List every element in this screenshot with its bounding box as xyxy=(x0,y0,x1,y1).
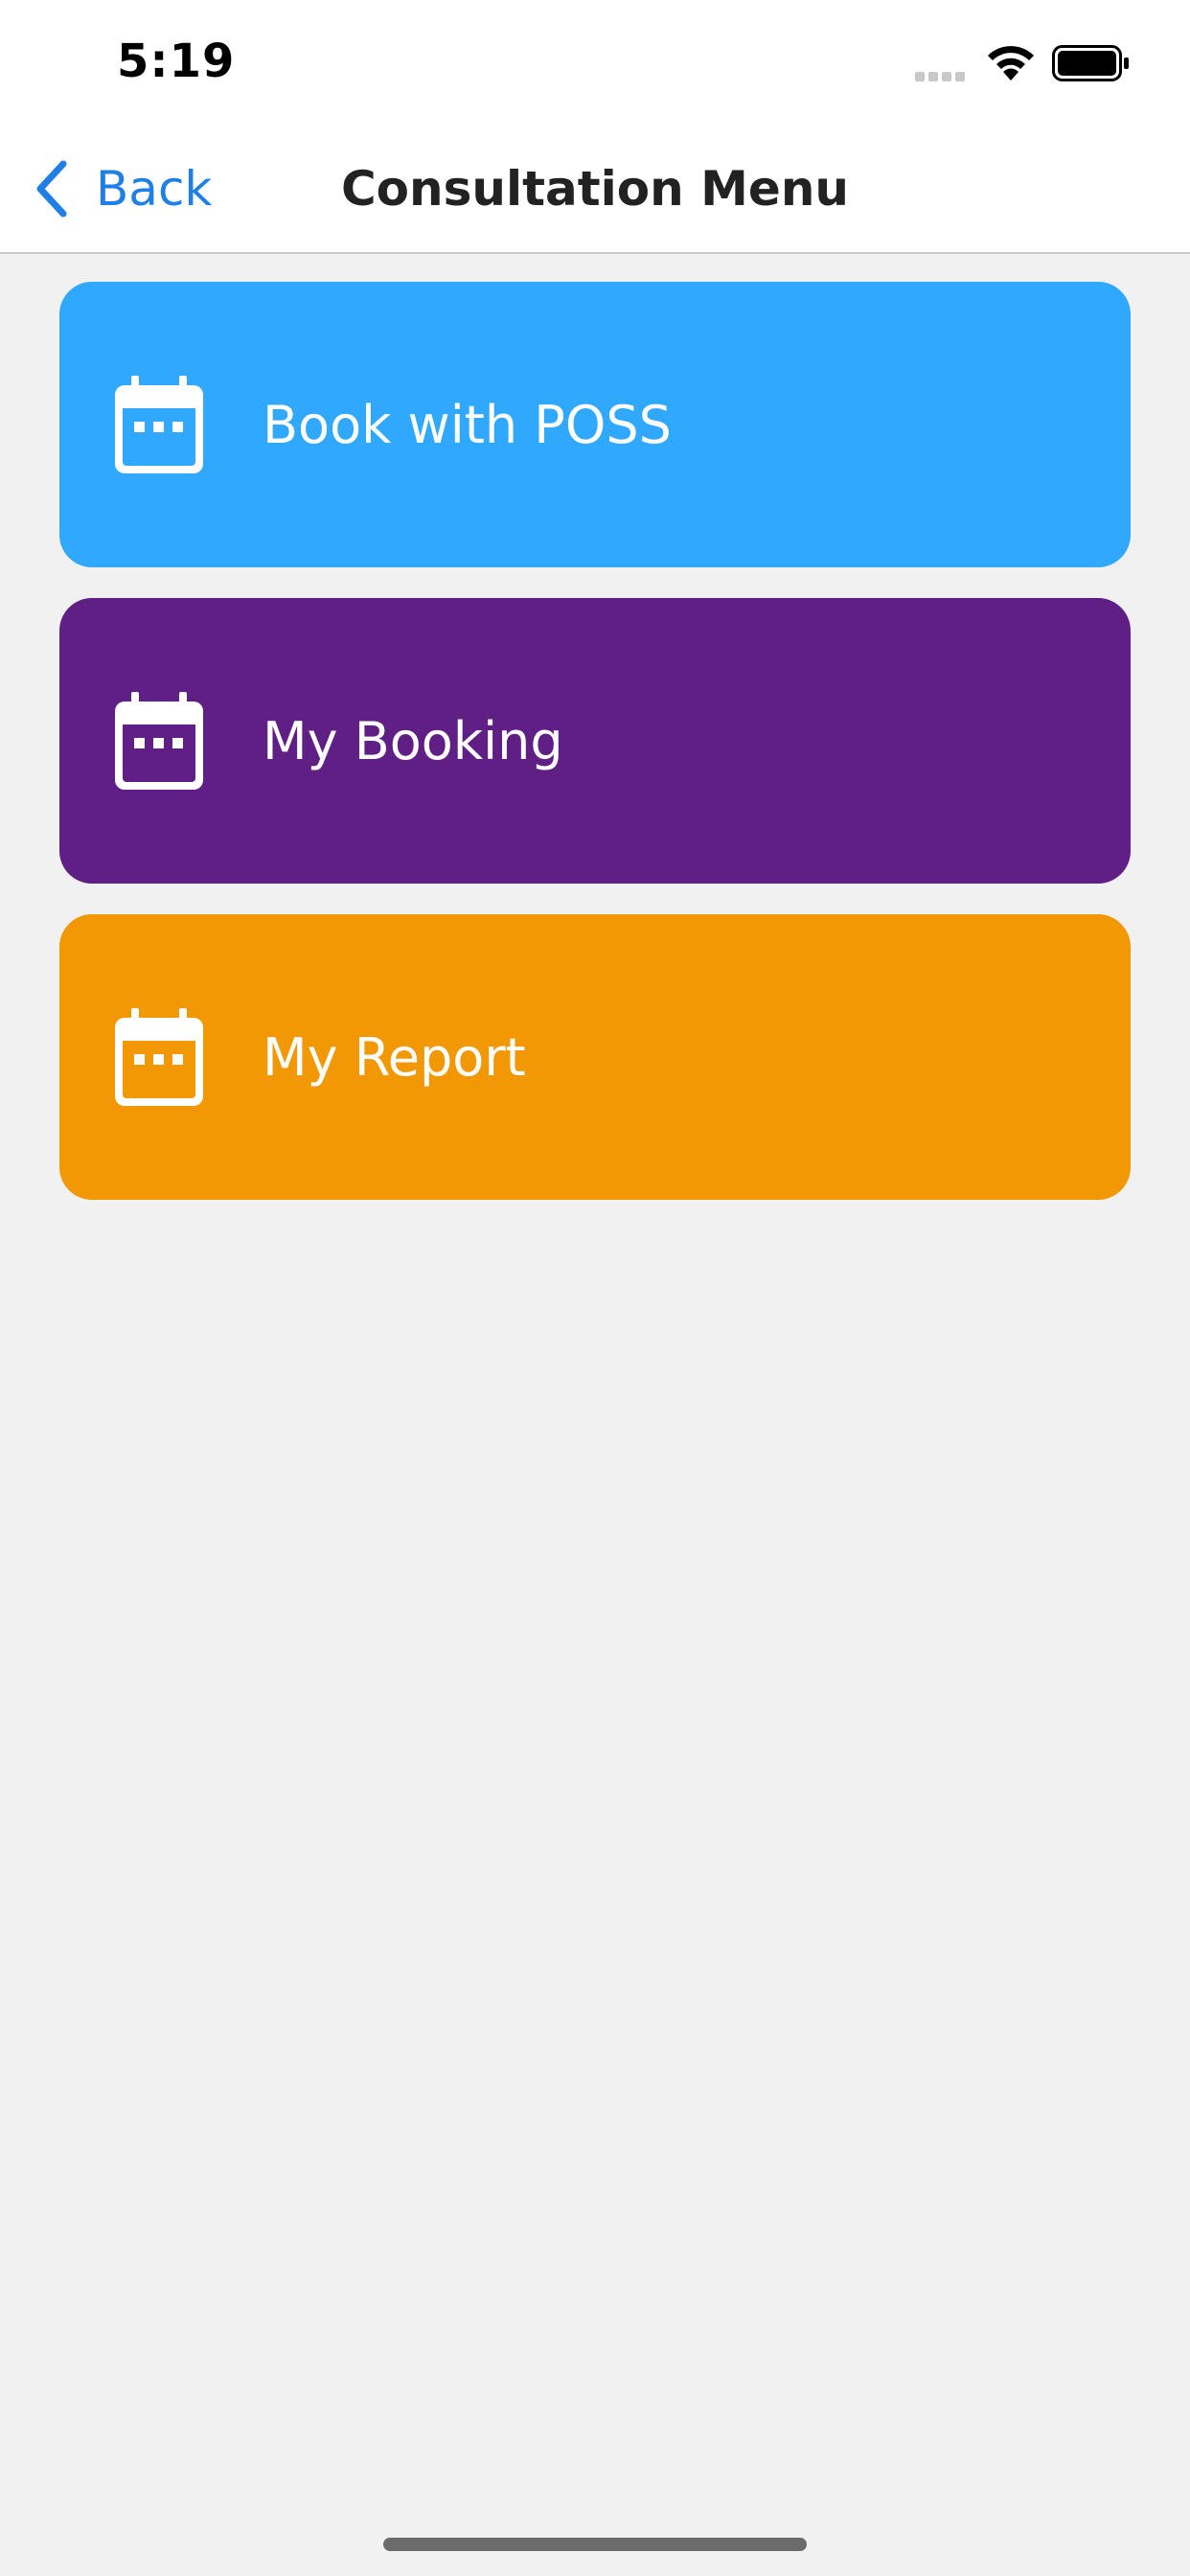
battery-icon xyxy=(1052,45,1129,81)
consultation-menu-list: Book with POSS My Booking My Report xyxy=(59,282,1131,1230)
menu-item-label: Book with POSS xyxy=(263,394,672,455)
calendar-icon xyxy=(115,376,203,473)
book-with-poss-button[interactable]: Book with POSS xyxy=(59,282,1131,567)
calendar-icon xyxy=(115,1008,203,1106)
menu-item-label: My Booking xyxy=(263,710,563,771)
my-report-button[interactable]: My Report xyxy=(59,914,1131,1200)
status-bar: 5:19 xyxy=(0,0,1190,126)
status-time: 5:19 xyxy=(117,34,236,88)
back-button[interactable]: Back xyxy=(33,155,212,222)
navigation-bar: Back Consultation Menu xyxy=(0,126,1190,254)
back-label: Back xyxy=(96,161,213,217)
chevron-left-icon xyxy=(36,160,67,218)
home-indicator xyxy=(383,2538,807,2551)
wifi-icon xyxy=(988,46,1034,80)
calendar-icon xyxy=(115,692,203,790)
cellular-signal-icon xyxy=(915,72,965,81)
menu-item-label: My Report xyxy=(263,1026,526,1088)
my-booking-button[interactable]: My Booking xyxy=(59,598,1131,884)
